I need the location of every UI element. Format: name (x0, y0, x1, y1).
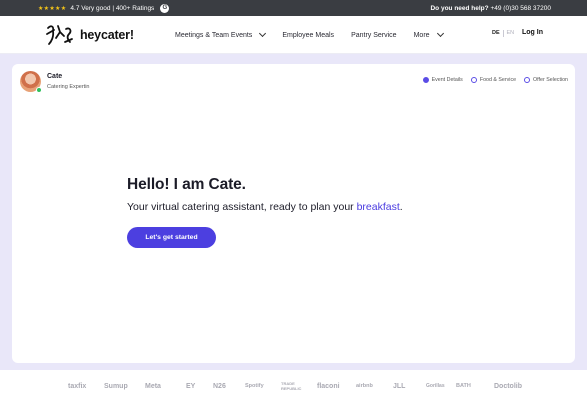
chef-hat-icon (46, 25, 73, 45)
agent-info: Cate Catering Expertin (47, 73, 90, 90)
rating-bar: ★★★★★ 4.7 Very good | 400+ Ratings G Do … (0, 0, 587, 16)
nav-item-label: Meetings & Team Events (175, 31, 253, 39)
step-indicator-icon (422, 77, 429, 83)
client-logo: taxfix (68, 383, 87, 390)
login-link[interactable]: Log In (522, 29, 543, 36)
nav-item-meetings[interactable]: Meetings & Team Events (175, 29, 267, 39)
help-label: Do you need help? (430, 4, 489, 12)
progress-steps: Event Details Food & Service Offer Selec… (422, 77, 568, 83)
client-logo: Doctolib (494, 383, 522, 390)
client-logo: JLL (393, 383, 406, 390)
client-logo: Gorillas (426, 383, 445, 389)
main-nav: heycater! Meetings & Team Events Employe… (0, 16, 587, 54)
step-label: Event Details (431, 77, 463, 83)
step-label: Food & Service (479, 77, 517, 83)
step-food-service: Food & Service (470, 77, 517, 83)
nav-menu: Meetings & Team Events Employee Meals Pa… (175, 16, 460, 54)
nav-item-pantry-service[interactable]: Pantry Service (351, 32, 397, 39)
agent-header: Cate Catering Expertin (20, 71, 90, 93)
rating-text: 4.7 Very good | 400+ Ratings (70, 4, 155, 12)
get-started-button[interactable]: Let's get started (127, 227, 216, 248)
client-logo: EY (186, 383, 196, 390)
client-logo: flaconi (317, 383, 340, 390)
client-logo: Meta (145, 383, 161, 390)
brand-name: heycater! (80, 28, 134, 42)
lang-divider (502, 30, 504, 37)
step-label: Offer Selection (533, 77, 568, 83)
step-event-details: Event Details (422, 77, 463, 83)
lang-en[interactable]: EN (506, 30, 514, 37)
subtitle-accent: breakfast (356, 201, 400, 213)
client-logos: taxfix Sumup Meta EY N26 Spotify TRADE R… (0, 370, 587, 407)
agent-role: Catering Expertin (47, 84, 90, 90)
lang-de[interactable]: DE (492, 30, 500, 37)
nav-item-label: Employee Meals (282, 31, 335, 39)
subtitle-prefix: Your virtual catering assistant, ready t… (127, 201, 357, 213)
chevron-down-icon (436, 29, 444, 38)
brand-logo[interactable]: heycater! (45, 22, 134, 48)
help-contact[interactable]: Do you need help? +49 (0)30 568 37200 (430, 5, 551, 12)
client-logo: airbnb (356, 383, 373, 389)
step-offer-selection: Offer Selection (524, 77, 568, 83)
nav-item-label: Pantry Service (351, 31, 397, 39)
nav-item-more[interactable]: More (413, 29, 444, 39)
subtitle-suffix: . (399, 201, 403, 213)
assistant-card: Cate Catering Expertin Event Details Foo… (12, 64, 575, 363)
hero-subtitle: Your virtual catering assistant, ready t… (127, 201, 403, 213)
page-title: Hello! I am Cate. (127, 176, 246, 193)
nav-item-employee-meals[interactable]: Employee Meals (282, 32, 334, 39)
client-logo: TRADE REPUBLIC (281, 381, 302, 391)
avatar (20, 71, 42, 93)
help-phone[interactable]: +49 (0)30 568 37200 (490, 5, 551, 12)
client-logo: Spotify (245, 383, 264, 389)
nav-item-label: More (413, 31, 430, 39)
rating-stars: ★★★★★ (38, 5, 67, 12)
client-logo: BATH (456, 383, 471, 389)
google-icon: G (160, 3, 170, 13)
client-logo: N26 (213, 383, 226, 390)
assistant-stage: Cate Catering Expertin Event Details Foo… (0, 54, 587, 370)
hero-text: Hello! I am Cate. Your virtual catering … (127, 176, 403, 213)
chevron-down-icon (259, 29, 267, 38)
step-indicator-icon (524, 77, 531, 83)
agent-name: Cate (47, 73, 63, 80)
client-logo: Sumup (104, 383, 128, 390)
language-switcher: DE EN (492, 30, 514, 37)
online-status-dot (36, 87, 42, 93)
step-indicator-icon (470, 77, 477, 83)
rating-summary[interactable]: ★★★★★ 4.7 Very good | 400+ Ratings G (38, 3, 170, 13)
